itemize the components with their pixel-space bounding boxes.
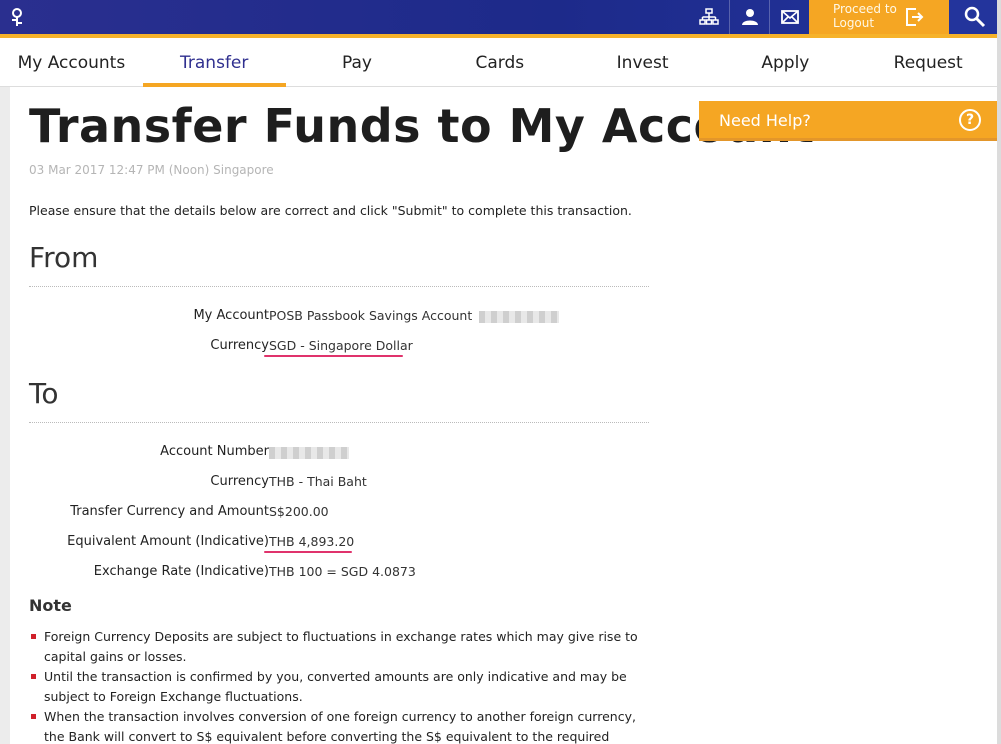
highlight-underline xyxy=(264,551,352,553)
from-divider xyxy=(29,286,649,287)
to-account-number-label: Account Number xyxy=(160,444,269,459)
nav-item-my-accounts[interactable]: My Accounts xyxy=(0,38,143,87)
to-account-number-row: Account Number xyxy=(29,444,649,464)
nav-item-pay[interactable]: Pay xyxy=(286,38,429,87)
highlight-underline xyxy=(264,355,403,357)
note-list: Foreign Currency Deposits are subject to… xyxy=(29,627,649,744)
top-bar: Proceed to Logout xyxy=(0,0,1001,34)
from-account-row: My Account POSB Passbook Savings Account xyxy=(29,308,649,328)
logout-icon xyxy=(906,8,924,26)
search-button[interactable] xyxy=(949,0,1001,34)
sitemap-icon[interactable] xyxy=(689,0,729,34)
transfer-amount-label: Transfer Currency and Amount xyxy=(70,504,269,519)
masked-account-number xyxy=(269,446,349,459)
nav-item-request[interactable]: Request xyxy=(857,38,1000,87)
logout-label: Proceed to Logout xyxy=(833,2,897,30)
to-currency-label: Currency xyxy=(210,474,269,489)
page-title: Transfer Funds to My Account xyxy=(29,99,815,153)
instructions-text: Please ensure that the details below are… xyxy=(29,203,632,218)
need-help-label: Need Help? xyxy=(719,111,811,130)
from-account-value: POSB Passbook Savings Account xyxy=(269,308,560,323)
from-currency-label: Currency xyxy=(210,338,269,353)
equivalent-amount-label: Equivalent Amount (Indicative) xyxy=(67,534,269,549)
help-question-icon: ? xyxy=(959,109,981,131)
transfer-amount-value: S$200.00 xyxy=(269,504,329,519)
logout-button[interactable]: Proceed to Logout xyxy=(809,0,949,34)
exchange-rate-row: Exchange Rate (Indicative) THB 100 = SGD… xyxy=(29,564,649,584)
exchange-rate-value: THB 100 = SGD 4.0873 xyxy=(269,564,416,579)
note-item: When the transaction involves conversion… xyxy=(29,707,649,744)
main-nav: My Accounts Transfer Pay Cards Invest Ap… xyxy=(0,38,1001,87)
from-currency-value: SGD - Singapore Dollar xyxy=(269,338,413,353)
timestamp: 03 Mar 2017 12:47 PM (Noon) Singapore xyxy=(29,163,274,177)
nav-item-cards[interactable]: Cards xyxy=(428,38,571,87)
note-item: Foreign Currency Deposits are subject to… xyxy=(29,627,649,667)
nav-item-invest[interactable]: Invest xyxy=(571,38,714,87)
scrollbar[interactable] xyxy=(997,0,1001,744)
from-account-label: My Account xyxy=(193,308,269,323)
masked-account-number xyxy=(479,310,560,323)
nav-item-apply[interactable]: Apply xyxy=(714,38,857,87)
note-item: Until the transaction is confirmed by yo… xyxy=(29,667,649,707)
main-content: Transfer Funds to My Account 03 Mar 2017… xyxy=(10,87,1000,744)
to-heading: To xyxy=(29,377,59,410)
transfer-amount-row: Transfer Currency and Amount S$200.00 xyxy=(29,504,649,524)
note-heading: Note xyxy=(29,596,72,615)
profile-icon[interactable] xyxy=(729,0,769,34)
to-currency-row: Currency THB - Thai Baht xyxy=(29,474,649,494)
exchange-rate-label: Exchange Rate (Indicative) xyxy=(93,564,269,579)
to-divider xyxy=(29,422,649,423)
need-help-button[interactable]: Need Help? ? xyxy=(699,101,999,141)
to-currency-value: THB - Thai Baht xyxy=(269,474,367,489)
from-account-name: POSB Passbook Savings Account xyxy=(269,308,473,323)
nav-item-transfer[interactable]: Transfer xyxy=(142,38,286,87)
to-account-number-value xyxy=(269,444,349,459)
equivalent-amount-value: THB 4,893.20 xyxy=(269,534,355,549)
from-heading: From xyxy=(29,241,99,274)
bank-logo-icon[interactable] xyxy=(6,6,28,28)
search-icon xyxy=(964,6,986,28)
mail-icon[interactable] xyxy=(769,0,809,34)
